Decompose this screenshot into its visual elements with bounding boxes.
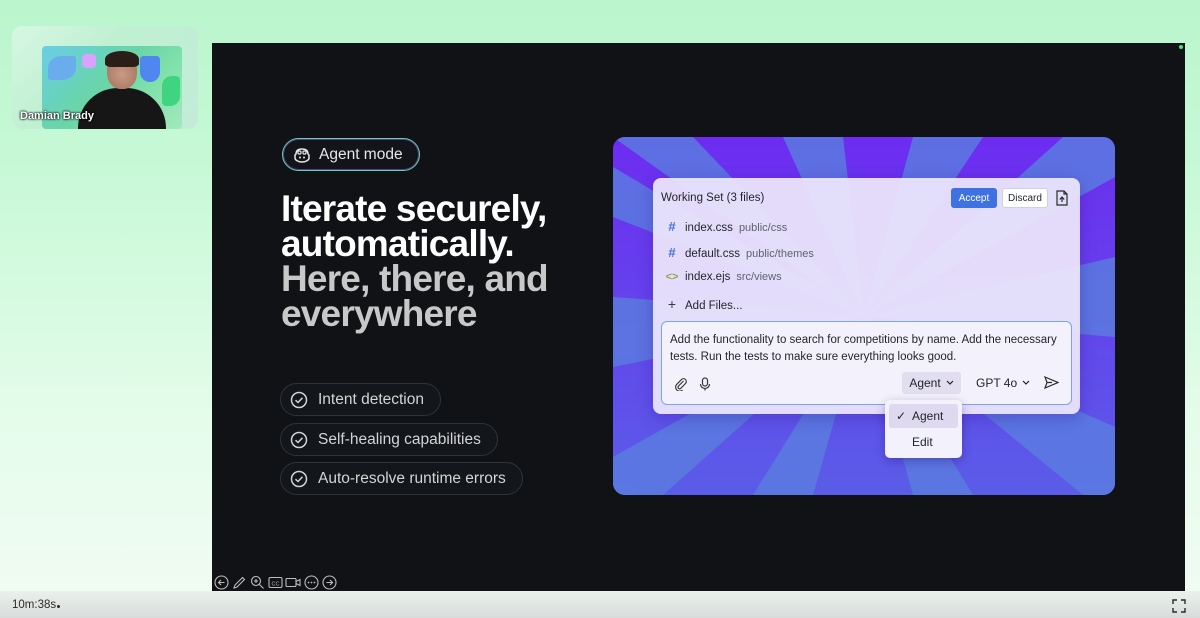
- check-circle-icon: [290, 391, 308, 408]
- model-dropdown[interactable]: GPT 4o: [972, 372, 1034, 394]
- captions-button[interactable]: CC: [267, 574, 283, 590]
- presenter-name: Damian Brady: [20, 110, 94, 122]
- arrow-right-circle-icon: [321, 574, 337, 590]
- feature-pill: Intent detection: [280, 383, 441, 416]
- chevron-down-icon: [946, 380, 954, 385]
- status-dot: [1179, 45, 1183, 49]
- model-selected-label: GPT 4o: [976, 376, 1018, 390]
- accept-button[interactable]: Accept: [951, 188, 997, 208]
- discard-button[interactable]: Discard: [1002, 188, 1048, 208]
- zoom-button[interactable]: [249, 574, 265, 590]
- previous-slide-button[interactable]: [213, 574, 229, 590]
- working-set-card: Working Set (3 files) Accept Discard # i…: [653, 178, 1080, 414]
- code-icon: <>: [665, 271, 679, 283]
- file-item[interactable]: # index.css public/css: [665, 219, 787, 234]
- headline-line-1: Iterate securely,: [281, 188, 547, 229]
- chevron-down-icon: [1022, 380, 1030, 385]
- svg-text:CC: CC: [271, 581, 279, 587]
- closed-captions-icon: CC: [267, 576, 283, 588]
- mode-option-label: Edit: [912, 435, 933, 449]
- magnifier-icon: [250, 575, 264, 589]
- pen-icon: [232, 576, 245, 589]
- file-path: src/views: [736, 271, 782, 283]
- video-control-bar: 10m:38s: [0, 591, 1200, 618]
- check-circle-icon: [290, 431, 308, 448]
- plus-icon: +: [667, 296, 677, 312]
- elapsed-timer: 10m:38s: [12, 599, 57, 611]
- presenter-hair: [105, 51, 139, 67]
- decorative-shape: [82, 54, 96, 68]
- mode-selected-label: Agent: [909, 376, 941, 390]
- slide-headline: Iterate securely, automatically. Here, t…: [281, 188, 611, 334]
- mock-ui-panel: Working Set (3 files) Accept Discard # i…: [613, 137, 1115, 495]
- next-slide-button[interactable]: [321, 574, 337, 590]
- hash-icon: #: [668, 245, 676, 260]
- more-options-button[interactable]: [303, 574, 319, 590]
- feature-pill: Self-healing capabilities: [280, 423, 498, 456]
- check-circle-icon: [290, 470, 308, 487]
- agent-mode-label: Agent mode: [319, 145, 403, 163]
- agent-mode-badge: Agent mode: [282, 138, 420, 171]
- document-icon[interactable]: [1055, 190, 1069, 206]
- add-files-label: Add Files...: [685, 300, 743, 312]
- mode-dropdown[interactable]: Agent: [902, 372, 961, 394]
- file-item[interactable]: # default.css public/themes: [665, 245, 814, 260]
- hash-icon: #: [668, 219, 676, 234]
- microphone-icon[interactable]: [699, 377, 711, 391]
- decorative-shape: [162, 76, 180, 106]
- headline-line-2: automatically.: [281, 223, 515, 264]
- feature-label: Intent detection: [318, 390, 424, 408]
- feature-label: Self-healing capabilities: [318, 430, 481, 448]
- mode-option-label: Agent: [912, 409, 944, 423]
- headline-line-3: Here, there, and: [281, 258, 549, 299]
- mode-dropdown-menu: ✓ Agent Edit: [885, 400, 962, 458]
- copilot-icon: [294, 147, 310, 163]
- slide-toolbar: CC: [213, 574, 337, 590]
- working-set-title: Working Set (3 files): [661, 192, 765, 204]
- file-path: public/css: [738, 222, 788, 234]
- headline-line-4: everywhere: [281, 293, 477, 334]
- separator-dot: [57, 605, 60, 608]
- feature-pill: Auto-resolve runtime errors: [280, 462, 523, 495]
- more-circle-icon: [303, 574, 319, 590]
- file-name: default.css: [685, 248, 740, 260]
- paperclip-icon[interactable]: [674, 377, 688, 391]
- prompt-text[interactable]: Add the functionality to search for comp…: [670, 332, 1060, 366]
- chat-prompt-box[interactable]: Add the functionality to search for comp…: [661, 321, 1072, 405]
- check-icon: ✓: [896, 409, 907, 423]
- fullscreen-icon[interactable]: [1172, 599, 1186, 613]
- file-path: public/themes: [745, 248, 814, 260]
- pen-button[interactable]: [231, 574, 247, 590]
- video-camera-icon: [285, 577, 301, 587]
- mode-option-agent[interactable]: ✓ Agent: [889, 404, 958, 428]
- file-name: index.css: [685, 222, 733, 234]
- arrow-left-circle-icon: [213, 574, 229, 590]
- add-files-button[interactable]: + Add Files...: [665, 296, 743, 312]
- presentation-slide: Agent mode Iterate securely, automatical…: [212, 43, 1185, 591]
- send-icon[interactable]: [1044, 376, 1059, 389]
- video-button[interactable]: [285, 574, 301, 590]
- file-item[interactable]: <> index.ejs src/views: [665, 271, 782, 283]
- feature-label: Auto-resolve runtime errors: [318, 469, 506, 487]
- decorative-shape: [48, 56, 76, 80]
- webcam-tile[interactable]: Damian Brady: [12, 26, 198, 129]
- decorative-shape: [140, 56, 160, 82]
- mode-option-edit[interactable]: Edit: [889, 430, 958, 454]
- file-name: index.ejs: [685, 271, 731, 283]
